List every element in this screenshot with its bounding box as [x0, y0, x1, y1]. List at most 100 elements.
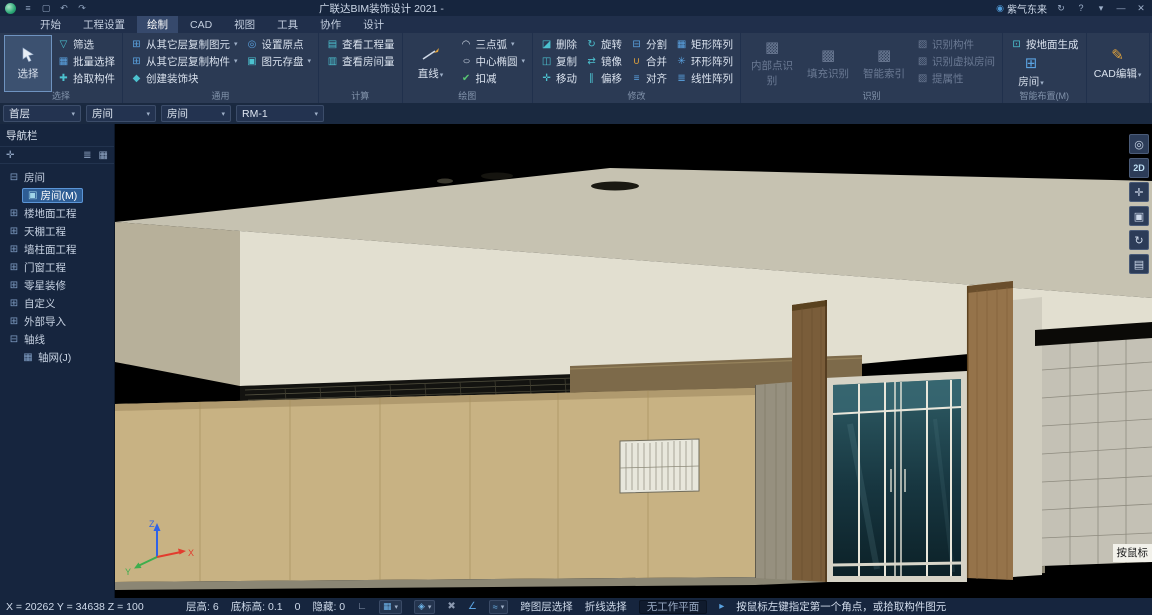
save-element-button[interactable]: ▣图元存盘▾: [244, 53, 314, 69]
tree-node-external-import[interactable]: ⊞外部导入: [0, 312, 114, 330]
tree-node-door-window-works[interactable]: ⊞门窗工程: [0, 258, 114, 276]
filter-icon: ▽: [57, 39, 70, 50]
view-room-quantity-button[interactable]: ▥查看房间量: [324, 53, 397, 69]
center-ellipse-button[interactable]: ○中心椭圆▾: [458, 53, 528, 69]
tab-project-settings[interactable]: 工程设置: [73, 16, 135, 33]
linear-array-button[interactable]: ≣线性阵列: [673, 70, 735, 86]
tab-view[interactable]: 视图: [224, 16, 265, 33]
view-cube-button[interactable]: ◈▾: [414, 600, 435, 614]
merge-button[interactable]: ∪合并: [628, 53, 669, 69]
building-model[interactable]: Z X Y: [115, 124, 1152, 598]
entrance-glass-doors[interactable]: [825, 371, 967, 582]
tree-node-misc-decoration[interactable]: ⊞零星装修: [0, 276, 114, 294]
tree-node-ceiling-works[interactable]: ⊞天棚工程: [0, 222, 114, 240]
generate-by-floor-button[interactable]: ⊡按地面生成: [1008, 36, 1081, 52]
statusbar: X = 20262 Y = 34638 Z = 100 层高: 6 底标高: 0…: [0, 598, 1152, 615]
chevron-down-icon[interactable]: ▾: [1095, 3, 1107, 14]
tree-node-room[interactable]: ⊟房间: [0, 168, 114, 186]
redo-icon[interactable]: ↷: [76, 3, 88, 14]
inner-point-recognize-button[interactable]: ▩内部点识别: [746, 36, 798, 91]
selected-tree-item[interactable]: ▣房间(M): [22, 188, 83, 203]
pick-element-button[interactable]: ✚拾取构件: [55, 70, 117, 86]
tree-node-wall-column-works[interactable]: ⊞墙柱面工程: [0, 240, 114, 258]
tree-node-floor-works[interactable]: ⊞楼地面工程: [0, 204, 114, 222]
move-button[interactable]: ✛移动: [538, 70, 579, 86]
polyline-select-toggle[interactable]: 折线选择: [585, 599, 627, 614]
view-project-quantity-button[interactable]: ▤查看工程量: [324, 36, 397, 52]
tab-design[interactable]: 设计: [353, 16, 394, 33]
grid-view-icon[interactable]: ▦: [99, 150, 108, 161]
room-layout-button[interactable]: ⊞ 房间▾: [1008, 53, 1054, 91]
tree-leaf-room-m[interactable]: ▣房间(M): [0, 186, 114, 204]
polar-array-button[interactable]: ✳环形阵列: [673, 53, 735, 69]
smart-index-button[interactable]: ▩智能索引: [858, 36, 910, 91]
batch-select-button[interactable]: ▦批量选择: [55, 53, 117, 69]
three-point-arc-button[interactable]: ◠三点弧▾: [458, 36, 528, 52]
split-button[interactable]: ⊟分割: [628, 36, 669, 52]
pan-view-button[interactable]: ✛: [1129, 182, 1149, 202]
filter-button[interactable]: ▽筛选: [55, 36, 117, 52]
sync-icon[interactable]: ↻: [1055, 3, 1067, 14]
list-view-icon[interactable]: ≣: [83, 150, 91, 161]
type-select[interactable]: 房间▾: [161, 105, 231, 122]
wood-panel-left[interactable]: [792, 300, 827, 582]
close-button[interactable]: ✕: [1135, 3, 1147, 14]
view-table-button[interactable]: ▤: [1129, 254, 1149, 274]
copy-button[interactable]: ◫复制: [538, 53, 579, 69]
tree-node-axis[interactable]: ⊟轴线: [0, 330, 114, 348]
tab-draw[interactable]: 绘制: [137, 16, 178, 33]
copy-components-from-layer-button[interactable]: ⊞从其它层复制构件▾: [128, 53, 240, 69]
align-button[interactable]: ≡对齐: [628, 70, 669, 86]
pin-icon[interactable]: ✛: [6, 150, 14, 161]
tab-collaborate[interactable]: 协作: [310, 16, 351, 33]
3d-viewport[interactable]: Z X Y ◎ 2D ✛ ▣ ↻ ▤ 按鼠标: [115, 124, 1152, 598]
fill-recognize-button[interactable]: ▩填充识别: [802, 36, 854, 91]
wood-panel-right[interactable]: [967, 281, 1013, 580]
new-document-icon[interactable]: ▢: [40, 3, 52, 14]
tree-leaf-axis-grid[interactable]: ▦轴网(J): [0, 348, 114, 366]
recognize-component-button[interactable]: ▨识别构件: [914, 36, 997, 52]
extract-property-button[interactable]: ▨提属性: [914, 70, 997, 86]
pilaster[interactable]: [755, 382, 792, 580]
copy-elements-from-layer-button[interactable]: ⊞从其它层复制图元▾: [128, 36, 240, 52]
recognize-virtual-room-button[interactable]: ▨识别虚拟房间: [914, 53, 997, 69]
tab-start[interactable]: 开始: [30, 16, 71, 33]
tab-cad[interactable]: CAD: [180, 16, 222, 33]
angle-icon[interactable]: ∠: [468, 601, 477, 612]
tile-wall[interactable]: [1035, 322, 1152, 566]
undo-icon[interactable]: ↶: [58, 3, 70, 14]
tab-tools[interactable]: 工具: [267, 16, 308, 33]
rotate-view-button[interactable]: ↻: [1129, 230, 1149, 250]
set-origin-button[interactable]: ◎设置原点: [244, 36, 314, 52]
grid-snap-button[interactable]: ▦▾: [379, 600, 402, 614]
menu-icon[interactable]: ≡: [22, 3, 34, 13]
minimize-button[interactable]: —: [1115, 3, 1127, 13]
deduction-toggle[interactable]: ✔扣减: [458, 70, 528, 86]
snap-mode-button[interactable]: ≈▾: [489, 600, 508, 614]
wall-window[interactable]: [620, 439, 699, 493]
delete-button[interactable]: ◪删除: [538, 36, 579, 52]
coordinate-readout: X = 20262 Y = 34638 Z = 100: [6, 601, 174, 613]
element-select[interactable]: RM-1▾: [236, 105, 324, 122]
cross-layer-select-toggle[interactable]: 跨图层选择: [520, 599, 573, 614]
offset-button[interactable]: ∥偏移: [583, 70, 624, 86]
user-account[interactable]: ◉ 紫气东来: [996, 1, 1047, 16]
view-2d-button[interactable]: 2D: [1129, 158, 1149, 178]
rect-array-button[interactable]: ▦矩形阵列: [673, 36, 735, 52]
window-select-button[interactable]: ▣: [1129, 206, 1149, 226]
tree-node-custom[interactable]: ⊞自定义: [0, 294, 114, 312]
cad-edit-button[interactable]: ✎ CAD编辑▾: [1092, 36, 1144, 91]
merge-icon: ∪: [630, 56, 643, 67]
orbit-view-button[interactable]: ◎: [1129, 134, 1149, 154]
rotate-button[interactable]: ↻旋转: [583, 36, 624, 52]
help-icon[interactable]: ?: [1075, 3, 1087, 13]
line-tool-button[interactable]: 直线▾: [408, 36, 454, 91]
select-tool-button[interactable]: 选择: [5, 36, 51, 91]
mirror-button[interactable]: ⇄镜像: [583, 53, 624, 69]
category-select[interactable]: 房间▾: [86, 105, 156, 122]
create-deco-block-button[interactable]: ◆创建装饰块: [128, 70, 240, 86]
ucs-icon[interactable]: ∟: [357, 601, 367, 612]
floor-select[interactable]: 首层▾: [3, 105, 81, 122]
clear-icon[interactable]: ✖: [447, 601, 455, 612]
workplane-indicator[interactable]: 无工作平面: [639, 600, 708, 614]
